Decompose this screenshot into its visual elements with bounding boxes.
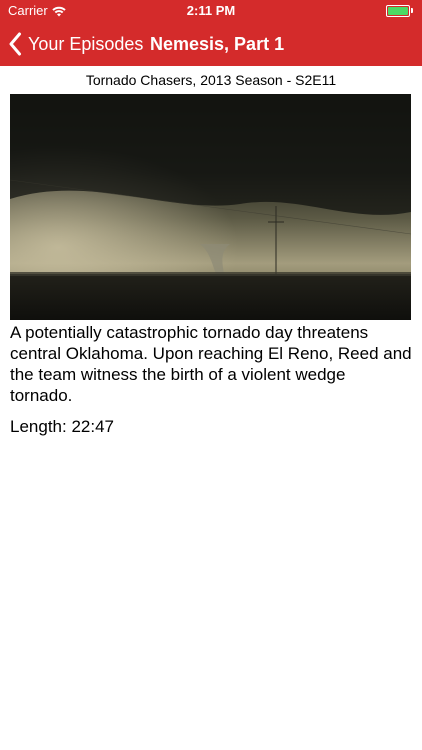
episode-length: Length: 22:47 <box>10 417 114 436</box>
page-title: Nemesis, Part 1 <box>150 34 285 54</box>
back-button[interactable]: Your Episodes <box>8 22 143 66</box>
episode-description: A potentially catastrophic tornado day t… <box>10 323 412 405</box>
navigation-bar: Your Episodes Nemesis, Part 1 <box>0 22 422 66</box>
top-bar: Carrier 2:11 PM Your Episodes Nemesis, P… <box>0 0 422 66</box>
episode-image <box>10 94 411 320</box>
back-label: Your Episodes <box>28 33 144 54</box>
status-time: 2:11 PM <box>186 3 236 18</box>
chevron-left-icon <box>9 32 21 56</box>
episode-subtitle: Tornado Chasers, 2013 Season - S2E11 <box>85 72 337 88</box>
status-bar: Carrier 2:11 PM <box>0 0 422 22</box>
battery-icon <box>386 5 414 17</box>
